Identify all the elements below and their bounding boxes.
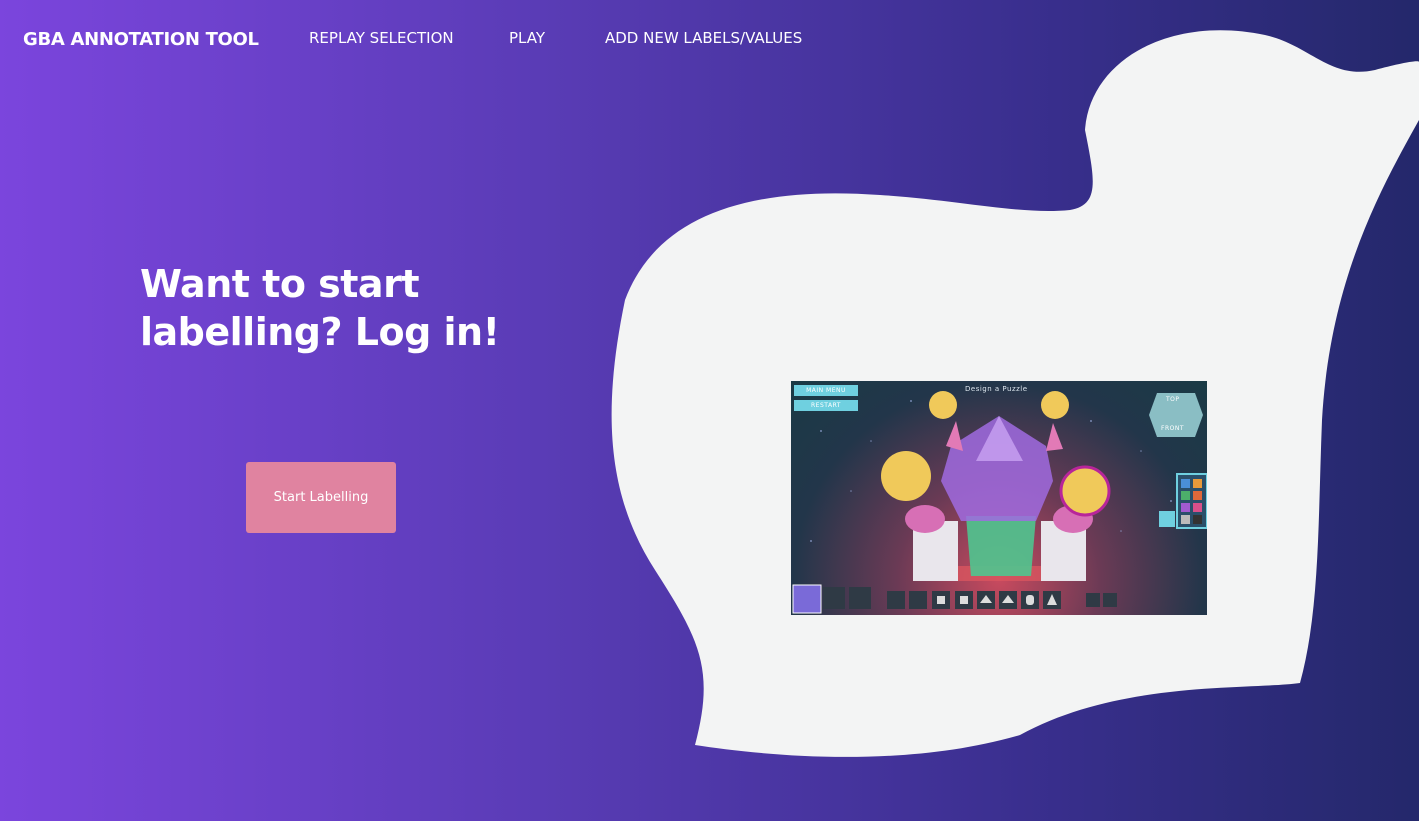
- game-main-menu-button: MAIN MENU: [794, 385, 858, 396]
- game-restart-button: RESTART: [794, 400, 858, 411]
- game-title: Design a Puzzle: [965, 385, 1028, 393]
- hero-title-line-1: Want to start: [140, 262, 419, 306]
- game-view-front: FRONT: [1161, 425, 1184, 432]
- hero-title: Want to start labelling? Log in!: [140, 260, 560, 356]
- start-labelling-button[interactable]: Start Labelling: [246, 462, 396, 533]
- hero-title-line-2: labelling? Log in!: [140, 310, 500, 354]
- game-scene: [792, 391, 1207, 614]
- game-view-top: TOP: [1166, 396, 1180, 403]
- game-preview-image: MAIN MENU RESTART Design a Puzzle TOP FR…: [791, 381, 1207, 615]
